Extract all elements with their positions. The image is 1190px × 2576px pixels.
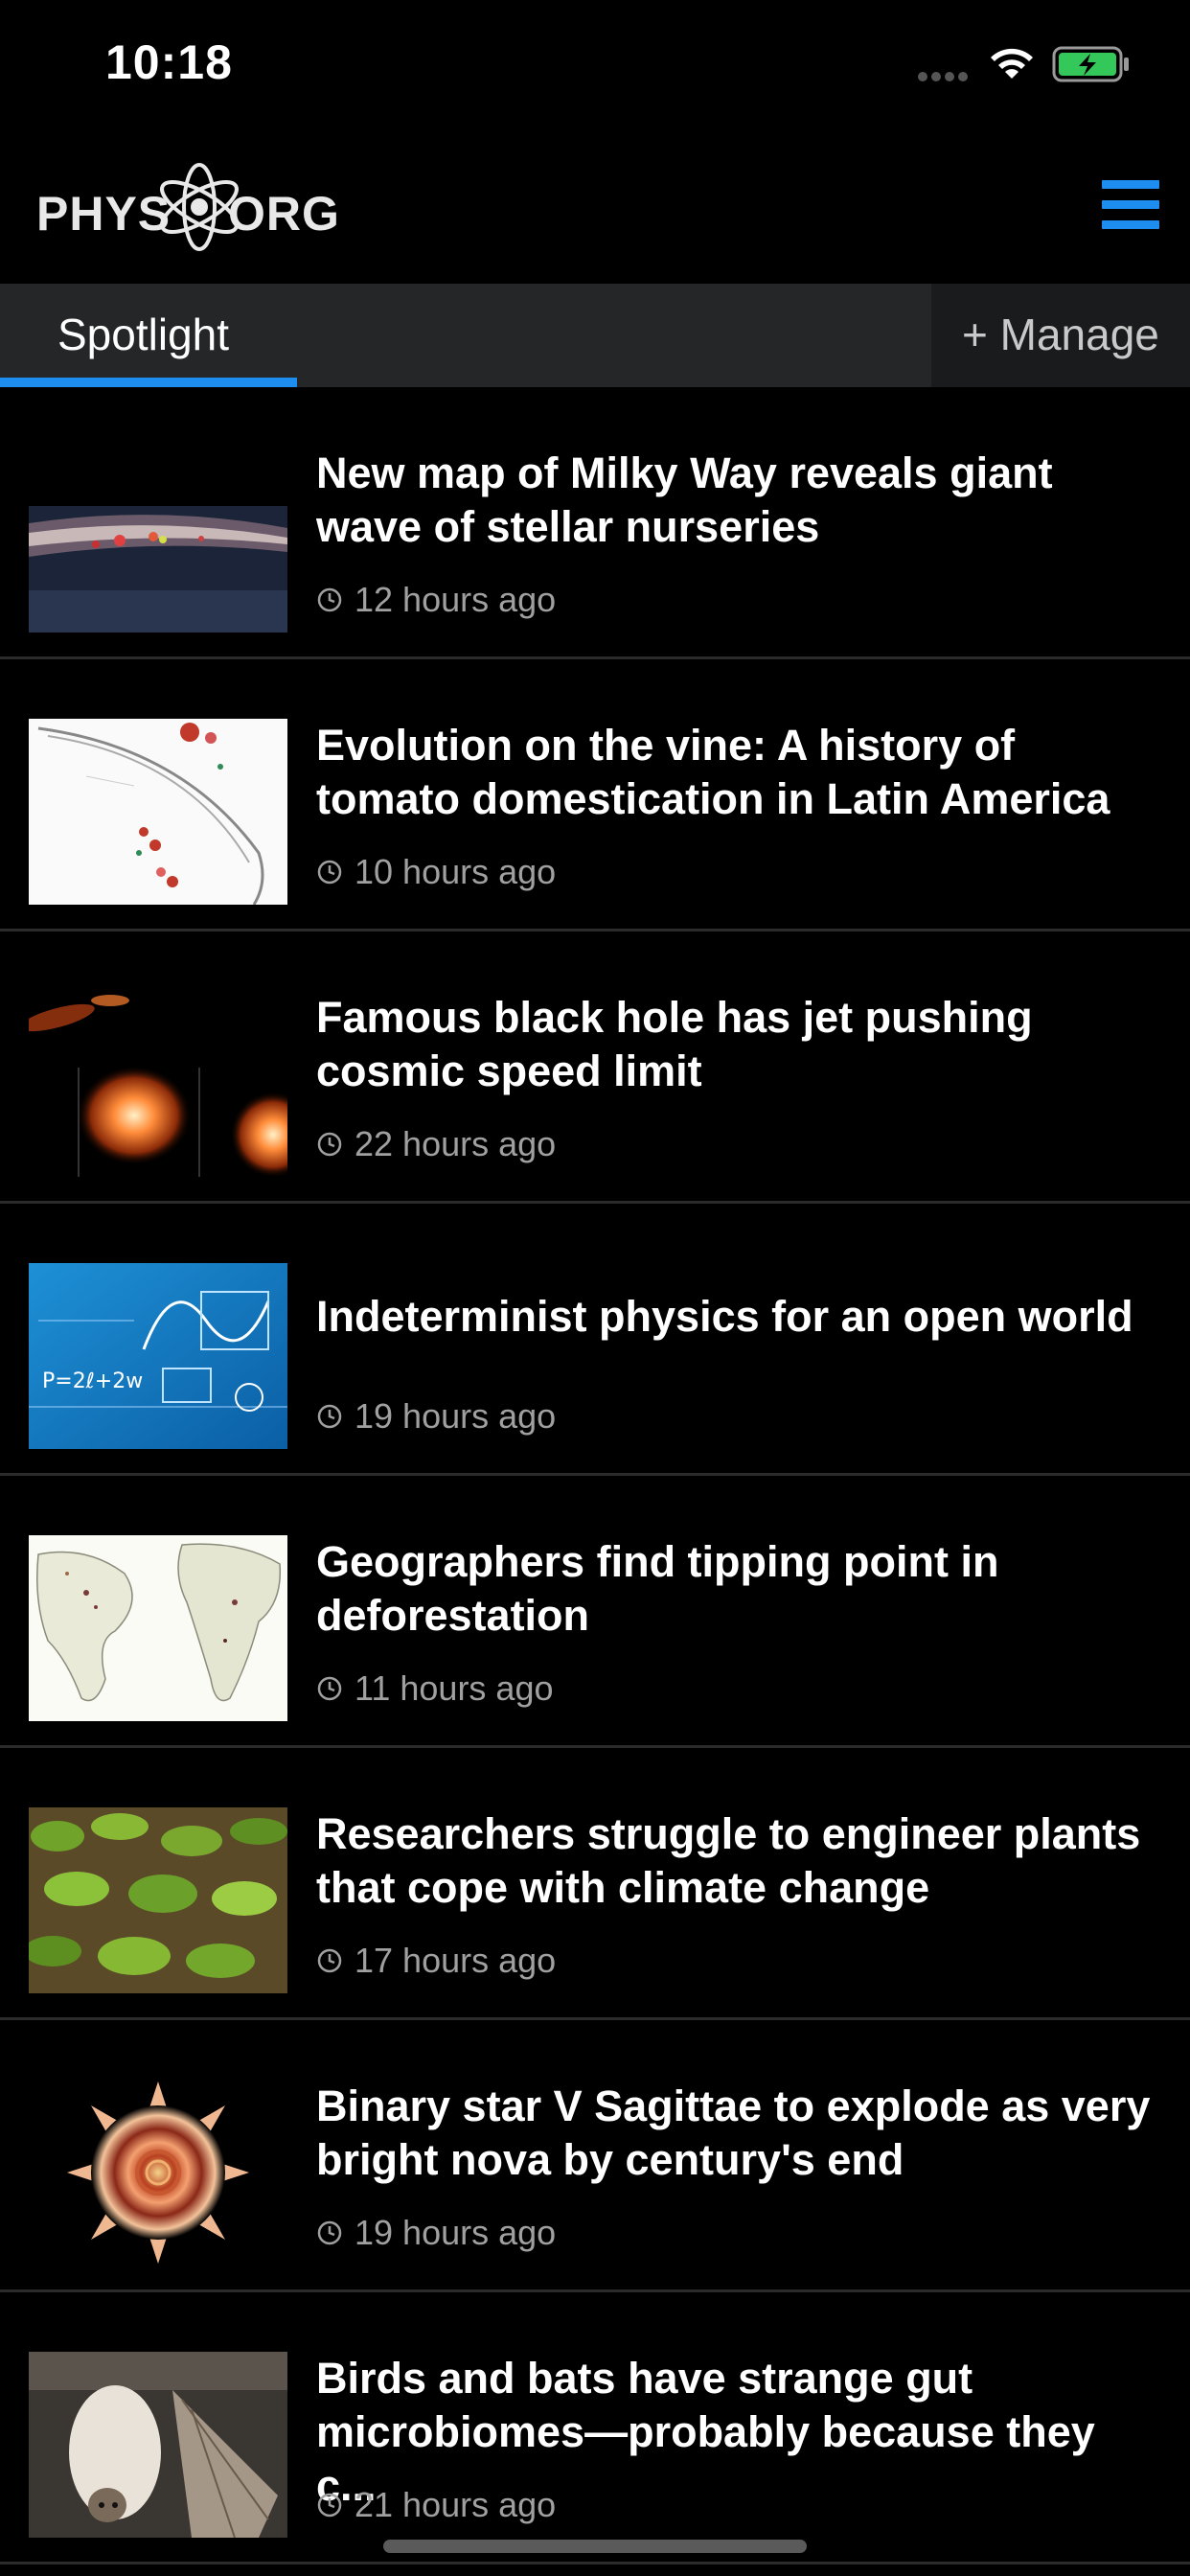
tab-spotlight-label: Spotlight bbox=[57, 310, 230, 359]
manage-tabs-button[interactable]: + Manage bbox=[931, 284, 1190, 387]
physics-formulas-image: P=2ℓ+2w bbox=[29, 1263, 287, 1449]
bat-image bbox=[29, 2352, 287, 2538]
status-bar: 10:18 bbox=[0, 0, 1190, 134]
article-list: New map of Milky Way reveals giant wave … bbox=[0, 387, 1190, 2564]
clock-icon bbox=[317, 860, 342, 885]
article-timestamp: 17 hours ago bbox=[316, 1940, 556, 1982]
svg-text:P=2ℓ+2w: P=2ℓ+2w bbox=[42, 1369, 143, 1393]
menu-bar-icon bbox=[1102, 180, 1159, 189]
article-timestamp: 11 hours ago bbox=[316, 1668, 554, 1710]
article-title: Evolution on the vine: A history of toma… bbox=[316, 721, 1110, 823]
logo-text-org: ORG bbox=[228, 187, 340, 241]
tab-spotlight[interactable]: Spotlight bbox=[0, 284, 297, 387]
active-tab-indicator bbox=[0, 378, 297, 387]
battery-charging-icon bbox=[1052, 46, 1129, 82]
article-time-text: 19 hours ago bbox=[355, 2213, 557, 2252]
clock-icon bbox=[317, 2220, 342, 2245]
article-item[interactable]: Evolution on the vine: A history of toma… bbox=[0, 659, 1190, 932]
wifi-icon bbox=[991, 48, 1033, 79]
clock-icon bbox=[317, 1676, 342, 1701]
article-item[interactable]: New map of Milky Way reveals giant wave … bbox=[0, 387, 1190, 659]
article-thumbnail bbox=[29, 2080, 287, 2266]
article-timestamp: 21 hours ago bbox=[316, 2484, 556, 2526]
category-tab-bar: Spotlight + Manage bbox=[0, 284, 1190, 387]
article-title: Geographers find tipping point in defore… bbox=[316, 1537, 999, 1640]
article-title: New map of Milky Way reveals giant wave … bbox=[316, 448, 1053, 551]
article-timestamp: 10 hours ago bbox=[316, 851, 556, 893]
manage-label: + Manage bbox=[962, 310, 1159, 359]
article-time-text: 19 hours ago bbox=[355, 1396, 557, 1436]
clock-icon bbox=[317, 1132, 342, 1157]
article-thumbnail bbox=[29, 447, 287, 632]
tomato-diagram-image bbox=[29, 719, 287, 905]
nova-image bbox=[29, 2080, 287, 2266]
article-thumbnail: P=2ℓ+2w bbox=[29, 1263, 287, 1449]
clock-icon bbox=[317, 2493, 342, 2518]
clock-icon bbox=[317, 1948, 342, 1973]
world-map-image bbox=[29, 1535, 287, 1721]
article-item[interactable]: Famous black hole has jet pushing cosmic… bbox=[0, 932, 1190, 1204]
article-item[interactable]: Birds and bats have strange gut microbio… bbox=[0, 2292, 1190, 2564]
logo-text-phys: PHYS bbox=[36, 187, 172, 241]
home-indicator[interactable] bbox=[383, 2540, 807, 2553]
article-item[interactable]: Researchers struggle to engineer plants … bbox=[0, 1748, 1190, 2020]
article-time-text: 22 hours ago bbox=[355, 1124, 557, 1163]
status-time: 10:18 bbox=[105, 35, 233, 89]
article-timestamp: 22 hours ago bbox=[316, 1123, 556, 1165]
article-time-text: 10 hours ago bbox=[355, 852, 557, 891]
article-title: Famous black hole has jet pushing cosmic… bbox=[316, 993, 1033, 1095]
article-thumbnail bbox=[29, 1807, 287, 1993]
article-timestamp: 19 hours ago bbox=[316, 2212, 556, 2254]
app-header: PHYS ORG bbox=[0, 134, 1190, 284]
hamburger-menu-button[interactable] bbox=[1102, 180, 1159, 234]
article-timestamp: 19 hours ago bbox=[316, 1395, 556, 1438]
article-time-text: 17 hours ago bbox=[355, 1941, 557, 1980]
article-thumbnail bbox=[29, 1535, 287, 1721]
clock-icon bbox=[317, 1404, 342, 1429]
article-thumbnail bbox=[29, 2352, 287, 2538]
article-item[interactable]: P=2ℓ+2w Indeterminist physics for an ope… bbox=[0, 1204, 1190, 1476]
article-time-text: 11 hours ago bbox=[355, 1668, 554, 1708]
clock-icon bbox=[317, 587, 342, 612]
milky-way-image bbox=[29, 447, 287, 632]
article-item[interactable]: Geographers find tipping point in defore… bbox=[0, 1476, 1190, 1748]
article-time-text: 12 hours ago bbox=[355, 580, 557, 619]
black-hole-jet-image bbox=[29, 991, 287, 1177]
article-thumbnail bbox=[29, 719, 287, 905]
menu-bar-icon bbox=[1102, 220, 1159, 229]
article-item[interactable]: Binary star V Sagittae to explode as ver… bbox=[0, 2020, 1190, 2292]
menu-bar-icon bbox=[1102, 200, 1159, 209]
article-title: Binary star V Sagittae to explode as ver… bbox=[316, 2082, 1151, 2184]
cellular-signal-icon bbox=[918, 69, 975, 81]
article-title: Indeterminist physics for an open world bbox=[316, 1292, 1133, 1341]
phys-org-logo[interactable]: PHYS ORG bbox=[36, 161, 343, 257]
article-time-text: 21 hours ago bbox=[355, 2485, 557, 2524]
article-timestamp: 12 hours ago bbox=[316, 579, 556, 621]
plants-image bbox=[29, 1807, 287, 1993]
article-title: Researchers struggle to engineer plants … bbox=[316, 1809, 1141, 1912]
article-thumbnail bbox=[29, 991, 287, 1177]
